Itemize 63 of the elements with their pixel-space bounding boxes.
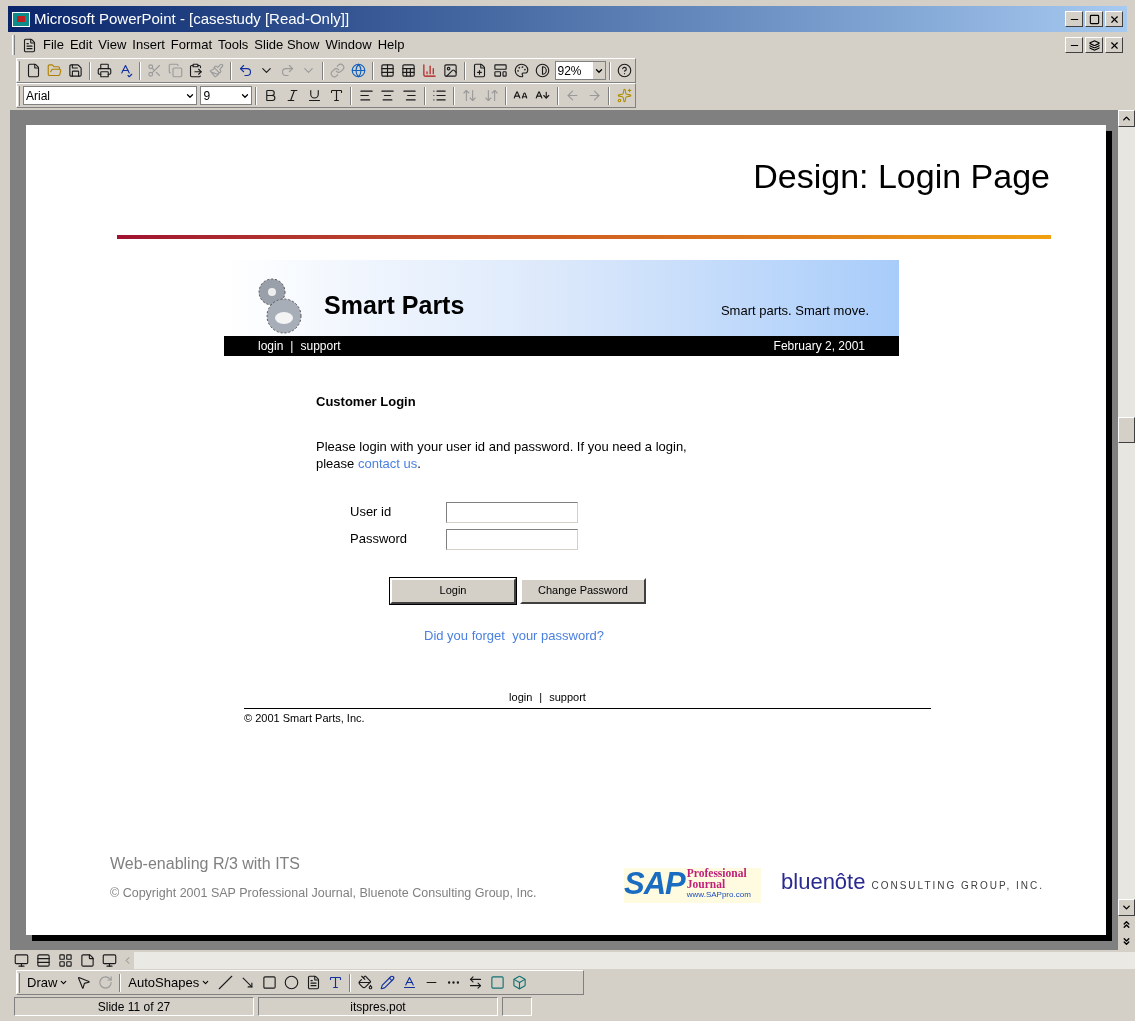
menu-item[interactable]: View: [95, 35, 130, 55]
caret-icon: [201, 978, 211, 987]
horizontal-scrollbar[interactable]: [134, 951, 1135, 969]
brand-name: Smart Parts: [324, 289, 465, 321]
separator: |: [539, 690, 543, 705]
form-button[interactable]: Change Password: [520, 577, 646, 604]
menu-item[interactable]: Edit: [66, 35, 96, 55]
minimize-button[interactable]: [1065, 11, 1083, 27]
previous-slide-icon[interactable]: [1118, 916, 1135, 933]
menu-item[interactable]: Tools: [215, 35, 252, 55]
footer-copyright: © Copyright 2001 SAP Professional Journal, Bluenote Consulting Group, Inc.: [110, 885, 537, 903]
zoom-value: 92%: [556, 62, 583, 80]
status-panel: itspres.pot: [258, 997, 498, 1016]
next-slide-icon[interactable]: [1118, 933, 1135, 950]
date: February 2, 2001: [773, 338, 865, 355]
footer-title: Web-enabling R/3 with ITS: [110, 854, 301, 875]
separator: |: [290, 338, 294, 355]
close-icon: [1108, 13, 1120, 25]
intro-text: Please login with your user id and password. If you need a login, please contact us.: [316, 437, 688, 472]
font-size: 9: [202, 87, 212, 105]
form-button[interactable]: Login: [390, 577, 516, 604]
maximize-icon: [1088, 13, 1100, 25]
menu-item[interactable]: Window: [322, 35, 375, 55]
footer-link[interactable]: login: [509, 689, 533, 706]
login-heading: Customer Login: [316, 393, 417, 411]
scroll-down-icon[interactable]: [1118, 899, 1135, 916]
field-label: Password: [350, 530, 409, 549]
font-name: Arial: [25, 87, 51, 105]
close-button[interactable]: [1105, 37, 1123, 53]
menu-item[interactable]: Format: [167, 35, 215, 55]
page-copyright: © 2001 Smart Parts, Inc.: [244, 710, 366, 726]
input-field[interactable]: [446, 501, 578, 523]
tagline: Smart parts. Smart move.: [720, 301, 869, 320]
scroll-up-icon[interactable]: [1118, 110, 1135, 127]
window-title: Microsoft PowerPoint - [casestudy [Read-Only]]: [34, 8, 350, 29]
caret-icon: [59, 978, 69, 987]
maximize-button[interactable]: [1085, 11, 1103, 27]
vertical-scrollbar[interactable]: [1118, 110, 1135, 950]
close-button[interactable]: [1105, 11, 1123, 27]
menu-item[interactable]: File: [40, 35, 67, 55]
app-icon: [12, 11, 30, 27]
minimize-button[interactable]: [1065, 37, 1083, 53]
font-size-dropdown[interactable]: 9: [200, 86, 252, 105]
bluenote-logo: bluenôte CONSULTING GROUP, INC.: [781, 868, 1044, 896]
close-icon: [1108, 39, 1120, 51]
nav-link[interactable]: support: [300, 337, 341, 355]
slide-title: Design: Login Page: [753, 159, 1050, 193]
menu-item[interactable]: Insert: [129, 35, 168, 55]
restore-button[interactable]: [1085, 37, 1103, 53]
field-label: User id: [350, 503, 393, 522]
status-panel: [502, 997, 532, 1016]
input-field[interactable]: [446, 528, 578, 550]
draw-menu[interactable]: Draw: [23, 972, 73, 993]
nav-link[interactable]: login: [258, 337, 284, 355]
footer-link[interactable]: support: [549, 689, 586, 706]
zoom-dropdown[interactable]: 92%: [554, 61, 606, 80]
menu-item[interactable]: Help: [374, 35, 408, 55]
menu-item[interactable]: Slide Show: [251, 35, 323, 55]
status-panel: Slide 11 of 27: [14, 997, 254, 1016]
forgot-password-link[interactable]: Did you forget your password?: [424, 627, 604, 643]
scroll-thumb[interactable]: [1118, 417, 1135, 443]
autoshapes-menu[interactable]: AutoShapes: [124, 972, 215, 993]
font-dropdown[interactable]: Arial: [23, 86, 198, 105]
